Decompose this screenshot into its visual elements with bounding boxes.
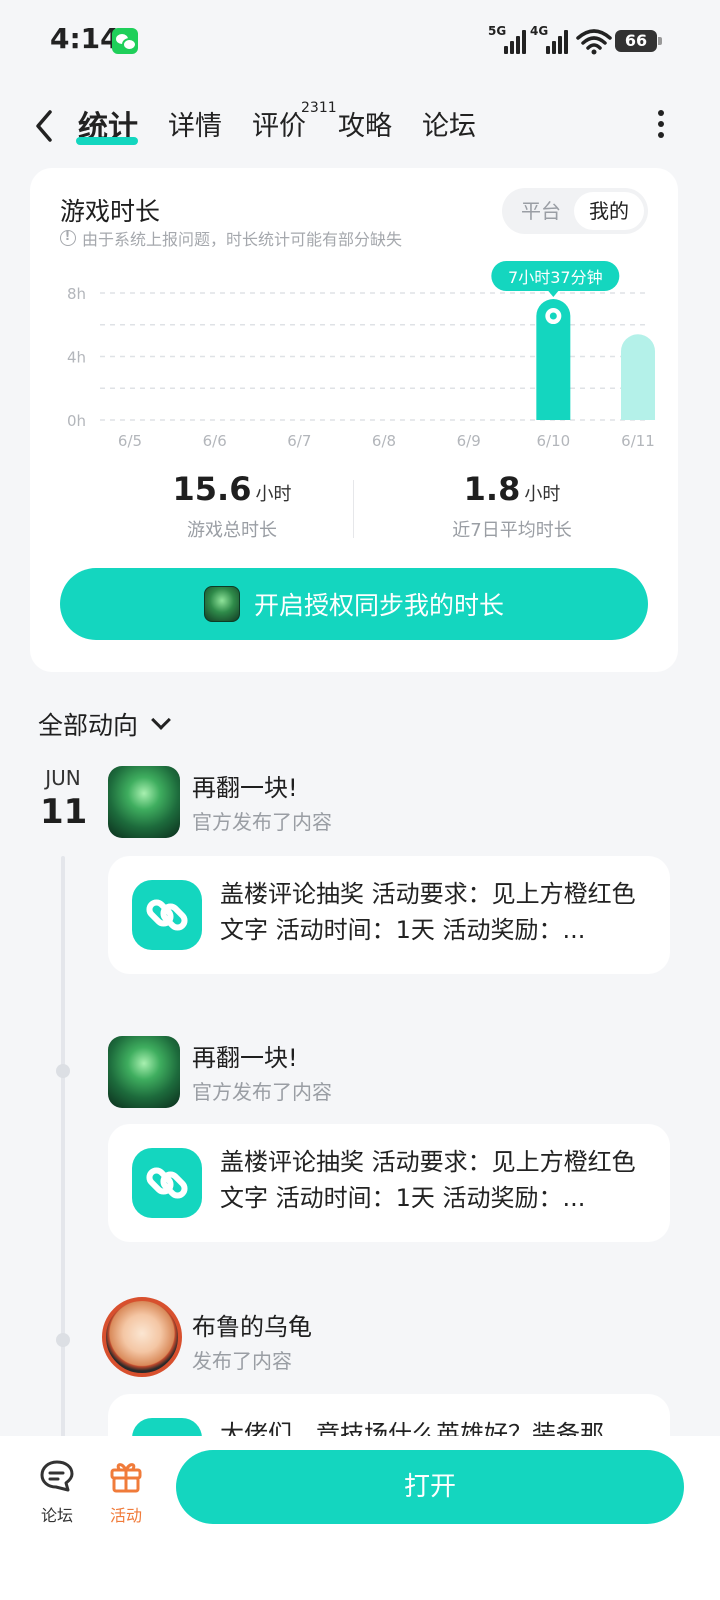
chevron-down-icon xyxy=(151,710,171,730)
chart-bar xyxy=(621,334,655,420)
post-header[interactable]: 再翻一块! 官方发布了内容 xyxy=(108,1036,668,1108)
more-options-icon[interactable] xyxy=(656,110,666,142)
y-tick-label: 4h xyxy=(67,349,86,367)
post-header[interactable]: 布鲁的乌龟 发布了内容 xyxy=(102,1297,668,1377)
x-tick-label: 6/11 xyxy=(621,432,655,450)
stats-divider xyxy=(353,480,354,538)
y-tick-label: 0h xyxy=(67,412,86,430)
review-count-badge: 2311 xyxy=(301,100,337,116)
timeline-dot xyxy=(56,1064,70,1078)
forum-chat-icon xyxy=(39,1458,75,1494)
activity-nav-button[interactable]: 活动 xyxy=(96,1458,156,1526)
feed-date-day: 11 xyxy=(40,792,88,832)
post-header[interactable]: 再翻一块! 官方发布了内容 xyxy=(108,766,668,838)
bottom-action-bar: 论坛 活动 打开 xyxy=(0,1436,720,1600)
x-tick-label: 6/8 xyxy=(372,432,396,450)
x-tick-label: 6/9 xyxy=(457,432,481,450)
post-subtitle: 发布了内容 xyxy=(192,1349,292,1373)
feed-date-month: JUN xyxy=(45,766,81,790)
forum-nav-button[interactable]: 论坛 xyxy=(27,1458,87,1526)
playtime-card: 游戏时长 由于系统上报问题，时长统计可能有部分缺失 平台 我的 0h 4h 8h 6/… xyxy=(30,168,678,672)
playtime-note: 由于系统上报问题，时长统计可能有部分缺失 xyxy=(60,226,402,250)
active-tab-indicator xyxy=(76,137,138,145)
wechat-notification-icon xyxy=(112,28,138,54)
platform-mine-toggle: 平台 我的 xyxy=(502,188,648,234)
x-tick-label: 6/6 xyxy=(203,432,227,450)
total-playtime-value: 15.6 xyxy=(172,470,252,508)
link-icon xyxy=(132,1148,202,1218)
user-avatar xyxy=(102,1297,182,1377)
timeline-line xyxy=(61,856,65,1456)
post-author: 再翻一块! xyxy=(192,774,298,802)
post-subtitle: 官方发布了内容 xyxy=(192,810,332,834)
playtime-chart: 0h 4h 8h 6/5 6/6 6/7 6/8 6/9 6/10 7小时37分钟 6/11 xyxy=(67,261,655,450)
tab-reviews[interactable]: 评价 xyxy=(252,104,306,143)
post-card[interactable]: 盖楼评论抽奖 活动要求：见上方橙红色文字 活动时间：1天 活动奖励：... xyxy=(108,856,670,974)
wifi-icon xyxy=(576,29,612,55)
timeline-dot xyxy=(56,1333,70,1347)
battery-icon: 66 xyxy=(615,30,662,52)
post-text: 盖楼评论抽奖 活动要求：见上方橙红色文字 活动时间：1天 活动奖励：... xyxy=(220,880,636,944)
playtime-title: 游戏时长 xyxy=(60,197,161,226)
sync-playtime-label: 开启授权同步我的时长 xyxy=(253,591,504,620)
activity-nav-label: 活动 xyxy=(109,1506,142,1525)
info-icon xyxy=(60,229,76,246)
signal-5g-icon: 5G xyxy=(488,24,528,54)
open-game-button[interactable]: 打开 xyxy=(176,1450,684,1524)
sync-playtime-button[interactable]: 开启授权同步我的时长 xyxy=(60,568,648,640)
gift-icon xyxy=(108,1458,144,1494)
post-subtitle: 官方发布了内容 xyxy=(192,1080,332,1104)
forum-nav-label: 论坛 xyxy=(40,1506,73,1525)
link-icon xyxy=(132,880,202,950)
top-nav: 统计 详情 评价 2311 攻略 论坛 xyxy=(0,96,720,156)
avg-playtime-unit: 小时 xyxy=(524,484,561,505)
y-tick-label: 8h xyxy=(67,285,86,303)
playtime-note-text: 由于系统上报问题，时长统计可能有部分缺失 xyxy=(82,230,403,249)
avg-playtime: 1.8 小时 近7日平均时长 xyxy=(362,470,662,542)
back-arrow-icon[interactable] xyxy=(30,106,60,146)
post-text: 盖楼评论抽奖 活动要求：见上方橙红色文字 活动时间：1天 活动奖励：... xyxy=(220,1148,636,1212)
bar-marker-inner xyxy=(549,312,557,320)
game-avatar-icon xyxy=(108,1036,180,1108)
tab-forum[interactable]: 论坛 xyxy=(422,104,476,143)
avg-playtime-value: 1.8 xyxy=(463,470,521,508)
signal-4g-icon: 4G xyxy=(530,24,570,54)
total-playtime: 15.6 小时 游戏总时长 xyxy=(82,470,382,542)
x-tick-label: 6/5 xyxy=(118,432,142,450)
post-card[interactable]: 盖楼评论抽奖 活动要求：见上方橙红色文字 活动时间：1天 活动奖励：... xyxy=(108,1124,670,1242)
post-author: 布鲁的乌龟 xyxy=(192,1313,312,1341)
feed-filter[interactable]: 全部动向 xyxy=(38,706,171,742)
chart-tooltip-pointer xyxy=(548,291,559,298)
status-bar: 4:14 5G 4G 66 xyxy=(0,0,720,84)
chart-tooltip-text: 7小时37分钟 xyxy=(508,268,603,287)
feed-filter-label: 全部动向 xyxy=(38,711,139,740)
tab-guides[interactable]: 攻略 xyxy=(338,104,392,143)
avg-playtime-label: 近7日平均时长 xyxy=(452,520,572,541)
toggle-mine[interactable]: 我的 xyxy=(574,192,644,230)
game-icon xyxy=(203,586,240,622)
x-tick-label: 6/7 xyxy=(287,432,311,450)
total-playtime-label: 游戏总时长 xyxy=(187,520,277,541)
total-playtime-unit: 小时 xyxy=(255,484,292,505)
toggle-platform[interactable]: 平台 xyxy=(506,192,576,230)
tab-details[interactable]: 详情 xyxy=(168,104,222,143)
status-time: 4:14 xyxy=(50,22,120,55)
post-author: 再翻一块! xyxy=(192,1044,298,1072)
x-tick-label: 6/10 xyxy=(536,432,570,450)
game-avatar-icon xyxy=(108,766,180,838)
feed-date: JUN 11 xyxy=(40,766,88,832)
